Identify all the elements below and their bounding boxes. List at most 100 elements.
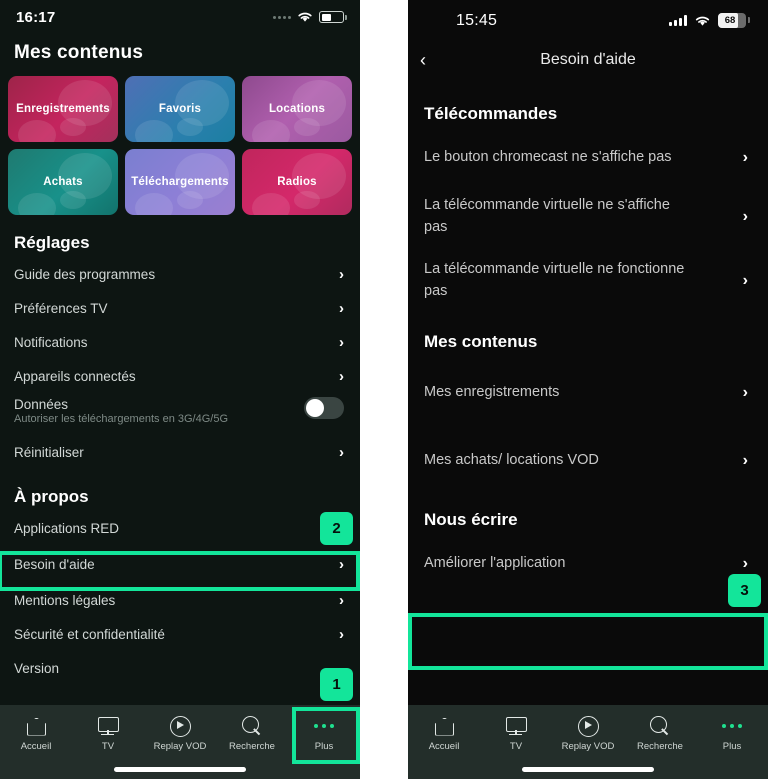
row-label: Sécurité et confidentialité: [14, 626, 165, 642]
home-indicator: [114, 767, 246, 772]
nav-title: Besoin d'aide: [540, 51, 636, 68]
chevron-right-icon: ›: [742, 384, 748, 401]
right-tab-bar: Accueil TV Replay VOD Recherche Plus: [408, 705, 768, 779]
tile-label: Téléchargements: [131, 176, 229, 188]
status-time: 16:17: [16, 9, 56, 26]
about-row-version[interactable]: Version: [0, 651, 360, 685]
status-time: 15:45: [456, 12, 498, 29]
section-header-reglages: Réglages: [14, 233, 90, 252]
tab-accueil[interactable]: Accueil: [408, 705, 480, 761]
tab-recherche[interactable]: Recherche: [624, 705, 696, 761]
chevron-right-icon: ›: [339, 367, 344, 385]
tab-label: Plus: [722, 740, 742, 752]
row-label: Le bouton chromecast ne s'affiche pas: [424, 149, 672, 166]
row-label: Mes enregistrements: [424, 384, 560, 401]
tab-accueil[interactable]: Accueil: [0, 705, 72, 761]
left-status-bar: 16:17: [0, 0, 360, 40]
tab-replay-vod[interactable]: Replay VOD: [144, 705, 216, 761]
chevron-right-icon: ›: [339, 625, 344, 643]
chevron-right-icon: ›: [339, 299, 344, 317]
left-tab-bar: Accueil TV Replay VOD Recherche Plus: [0, 705, 360, 779]
tab-tv[interactable]: TV: [72, 705, 144, 761]
badge-3: 3: [728, 574, 761, 607]
home-icon: [24, 715, 48, 737]
tv-icon: [504, 715, 528, 737]
setting-row-guide-des-programmes[interactable]: Guide des programmes ›: [0, 257, 360, 291]
tile-locations[interactable]: Locations: [242, 76, 352, 142]
tab-label: Plus: [314, 740, 334, 752]
setting-row-notifications[interactable]: Notifications ›: [0, 325, 360, 359]
chevron-right-icon: ›: [742, 149, 748, 166]
search-icon: [240, 715, 264, 737]
donnees-toggle[interactable]: [304, 397, 344, 419]
tab-label: Replay VOD: [153, 740, 207, 752]
section-header-telecommandes: Télécommandes: [424, 104, 558, 123]
help-row-telecommande-virtuelle-ne-fonctionne-pas[interactable]: La télécommande virtuelle ne fonctionne …: [408, 248, 768, 314]
tab-replay-vod[interactable]: Replay VOD: [552, 705, 624, 761]
row-label: Version: [14, 660, 60, 676]
tab-label: Accueil: [428, 740, 460, 752]
row-label: Données: [14, 397, 69, 412]
row-label: Mes achats/ locations VOD: [424, 452, 599, 469]
badge-2: 2: [320, 512, 353, 545]
home-icon: [432, 715, 456, 737]
row-label: La télécommande virtuelle ne fonctionne …: [424, 261, 685, 299]
row-label: Améliorer l'application: [424, 555, 566, 572]
help-row-ameliorer-lapplication[interactable]: Améliorer l'application ›: [408, 536, 768, 592]
tile-label: Enregistrements: [16, 103, 110, 115]
tab-plus[interactable]: Plus: [288, 705, 360, 761]
tile-label: Favoris: [158, 103, 202, 115]
setting-row-reinitialiser[interactable]: Réinitialiser ›: [0, 435, 360, 469]
section-header-nous-ecrire: Nous écrire: [424, 510, 518, 529]
help-row-telecommande-virtuelle-ne-saffiche-pas[interactable]: La télécommande virtuelle ne s'affiche p…: [408, 186, 768, 248]
content-tiles-grid: Enregistrements Favoris Locations Achats…: [0, 64, 360, 215]
chevron-right-icon: ›: [742, 272, 748, 289]
section-header-a-propos: À propos: [14, 487, 89, 506]
bars-signal-icon: [669, 15, 687, 26]
badge-1: 1: [320, 668, 353, 701]
row-label: Notifications: [14, 334, 88, 350]
tab-label: Recherche: [637, 740, 683, 752]
about-row-applications-red[interactable]: Applications RED: [0, 511, 360, 545]
about-row-securite-et-confidentialite[interactable]: Sécurité et confidentialité ›: [0, 617, 360, 651]
tab-tv[interactable]: TV: [480, 705, 552, 761]
battery-level: 68: [724, 15, 736, 26]
more-dots-icon: [720, 715, 744, 737]
help-row-bouton-chromecast[interactable]: Le bouton chromecast ne s'affiche pas ›: [408, 130, 768, 186]
tab-label: TV: [509, 740, 523, 752]
search-icon: [648, 715, 672, 737]
chevron-right-icon: ›: [742, 555, 748, 572]
play-circle-icon: [168, 715, 192, 737]
about-row-mentions-legales[interactable]: Mentions légales ›: [0, 583, 360, 617]
row-label: Réinitialiser: [14, 444, 84, 460]
wifi-icon: [298, 12, 312, 22]
row-label: Guide des programmes: [14, 266, 156, 282]
help-row-mes-achats-locations-vod[interactable]: Mes achats/ locations VOD ›: [408, 428, 768, 494]
tile-favoris[interactable]: Favoris: [125, 76, 235, 142]
setting-row-donnees[interactable]: Données Autoriser les téléchargements en…: [0, 393, 360, 435]
tile-enregistrements[interactable]: Enregistrements: [8, 76, 118, 142]
tab-recherche[interactable]: Recherche: [216, 705, 288, 761]
tile-label: Achats: [43, 176, 83, 188]
tile-telechargements[interactable]: Téléchargements: [125, 149, 235, 215]
home-indicator: [522, 767, 654, 772]
tab-label: Accueil: [20, 740, 52, 752]
chevron-right-icon: ›: [339, 265, 344, 283]
screenshot-stage: 16:17 Mes contenus Enregistrements Favor…: [0, 0, 768, 779]
tab-label: Recherche: [229, 740, 275, 752]
row-label: Appareils connectés: [14, 368, 136, 384]
chevron-left-icon[interactable]: ‹: [420, 51, 426, 69]
tile-achats[interactable]: Achats: [8, 149, 118, 215]
setting-row-preferences-tv[interactable]: Préférences TV ›: [0, 291, 360, 325]
battery-icon: 68: [718, 13, 750, 28]
about-row-besoin-daide[interactable]: Besoin d'aide ›: [0, 545, 360, 583]
tile-label: Locations: [268, 103, 326, 115]
tv-icon: [96, 715, 120, 737]
setting-row-appareils-connectes[interactable]: Appareils connectés ›: [0, 359, 360, 393]
help-row-mes-enregistrements[interactable]: Mes enregistrements ›: [408, 358, 768, 428]
tab-plus[interactable]: Plus: [696, 705, 768, 761]
row-label: Préférences TV: [14, 300, 108, 316]
tile-radios[interactable]: Radios: [242, 149, 352, 215]
chevron-right-icon: ›: [339, 555, 344, 573]
tile-label: Radios: [277, 176, 317, 188]
